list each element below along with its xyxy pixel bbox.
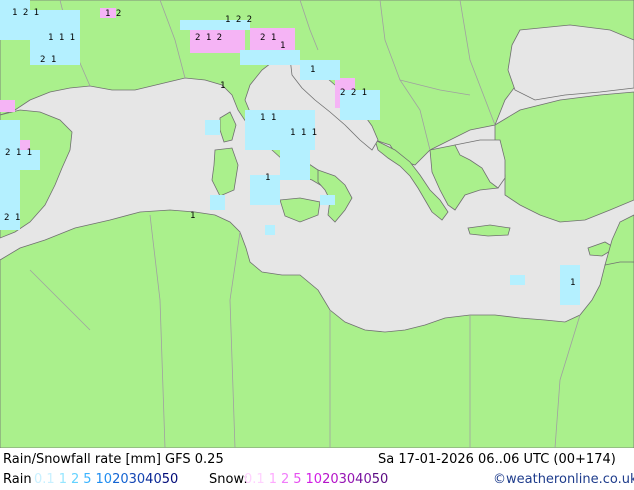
svg-text:1 2 2: 1 2 2	[225, 15, 252, 25]
snow-scale: 0.1 1 2 5 1020304050	[244, 470, 388, 490]
rain-label: Rain	[3, 472, 32, 487]
svg-text:2 1 2: 2 1 2	[195, 33, 222, 43]
legend-row: Rain 0.1 1 2 5 1020304050 Snow: 0.1 1 2 5 102030…	[0, 470, 634, 490]
svg-text:1 2: 1 2	[105, 9, 121, 19]
crete-land	[467, 224, 511, 237]
rain-value-8: 50	[161, 472, 179, 487]
sicily-land	[279, 197, 321, 223]
credit-link[interactable]: ©weatheronline.co.uk	[493, 470, 634, 490]
snow-value-5: 20	[322, 472, 339, 487]
levant-land	[604, 214, 634, 266]
sardinia-land	[211, 147, 239, 197]
svg-text:2 2 1: 2 2 1	[340, 88, 367, 98]
rain-value-1: 1	[58, 472, 67, 487]
svg-text:2 1: 2 1	[4, 213, 20, 223]
svg-text:2 1 1: 2 1 1	[5, 148, 32, 158]
snow-value-4: 10	[305, 472, 323, 487]
svg-text:2 1: 2 1	[260, 33, 276, 43]
map-canvas: 1 2 1 1 2 2 1 2 1 2 2 2 1 1 1 1 1 2 1 2 …	[0, 0, 634, 448]
svg-text:1 1: 1 1	[260, 113, 276, 123]
snow-value-6: 30	[338, 472, 356, 487]
corsica-land	[219, 111, 237, 143]
snow-value-2: 2	[280, 472, 290, 487]
rain-value-2: 2	[70, 472, 80, 487]
black-sea	[507, 24, 634, 101]
map-footer: Rain/Snowfall rate [mm] GFS 0.25 Sa 17-0…	[0, 448, 634, 490]
snow-label: Snow:	[209, 472, 248, 487]
svg-text:1: 1	[280, 41, 285, 51]
svg-text:1: 1	[190, 211, 195, 221]
svg-text:1 1 1: 1 1 1	[290, 128, 317, 138]
svg-text:1 2 1: 1 2 1	[12, 8, 39, 18]
rain-scale: 0.1 1 2 5 1020304050	[34, 470, 178, 490]
turkey-land	[494, 91, 634, 223]
rain-value-7: 40	[145, 472, 162, 487]
snow-value-7: 40	[355, 472, 372, 487]
svg-text:1: 1	[570, 278, 575, 288]
snow-value-1: 1	[268, 472, 277, 487]
north-africa-land	[0, 209, 634, 448]
rain-value-5: 20	[112, 472, 129, 487]
snow-value-8: 50	[371, 472, 389, 487]
precipitation-map: 1 2 1 1 2 2 1 2 1 2 2 2 1 1 1 1 1 2 1 2 …	[0, 0, 634, 448]
rain-value-3: 5	[83, 472, 92, 487]
map-title: Rain/Snowfall rate [mm] GFS 0.25	[3, 452, 224, 467]
svg-text:1: 1	[220, 81, 225, 91]
svg-text:1: 1	[265, 173, 270, 183]
title-row: Rain/Snowfall rate [mm] GFS 0.25 Sa 17-0…	[0, 450, 634, 470]
forecast-datetime: Sa 17-01-2026 06..06 UTC (00+174)	[378, 452, 616, 467]
svg-text:1 1 1: 1 1 1	[48, 33, 75, 43]
snow-value-0: 0.1	[244, 472, 265, 487]
rain-value-0: 0.1	[34, 472, 55, 487]
rain-value-6: 30	[128, 472, 146, 487]
svg-text:2 1: 2 1	[40, 55, 56, 65]
svg-text:1: 1	[310, 65, 315, 75]
rain-value-4: 10	[95, 472, 113, 487]
snow-value-3: 5	[293, 472, 302, 487]
